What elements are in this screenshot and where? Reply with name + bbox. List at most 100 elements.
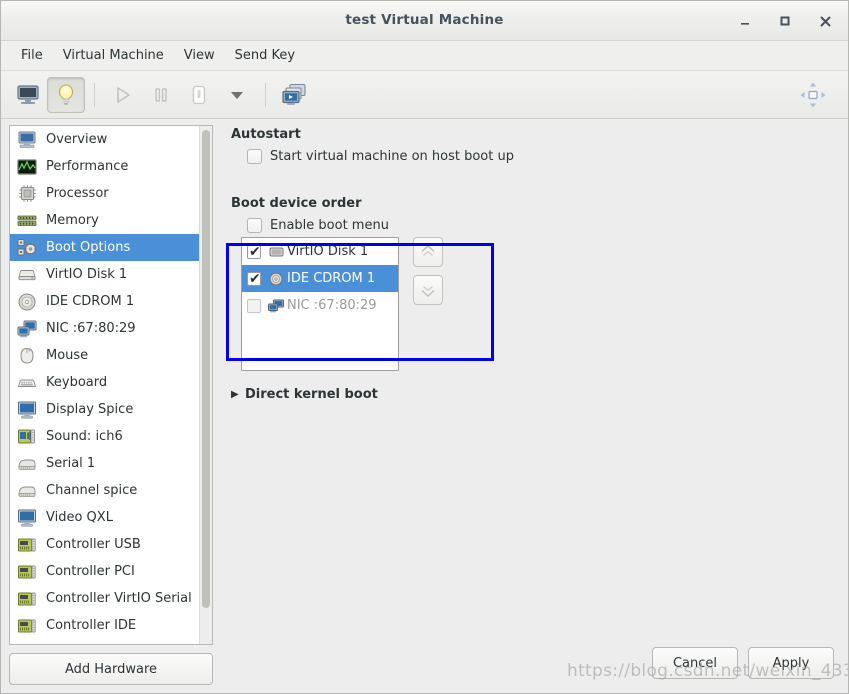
sidebar-item-controller-ide[interactable]: Controller IDE — [10, 612, 199, 639]
boot-device-checkbox[interactable] — [247, 298, 261, 313]
move-down-icon[interactable] — [413, 275, 443, 305]
sidebar-item-mouse[interactable]: Mouse — [10, 342, 199, 369]
show-console-icon[interactable] — [9, 77, 47, 113]
shutdown-dropdown-icon[interactable] — [218, 77, 256, 113]
enable-boot-menu-checkbox[interactable] — [247, 218, 262, 233]
sidebar-item-boot-options[interactable]: Boot Options — [10, 234, 199, 261]
apply-button[interactable]: Apply — [748, 647, 834, 679]
toolbar — [1, 71, 848, 119]
show-details-icon[interactable] — [47, 76, 85, 113]
sidebar-item-memory[interactable]: Memory — [10, 207, 199, 234]
sidebar-item-label: Processor — [46, 186, 109, 201]
boot-device-row[interactable]: ✔ IDE CDROM 1 — [242, 265, 398, 292]
fullscreen-icon[interactable] — [794, 77, 832, 113]
pause-icon[interactable] — [142, 77, 180, 113]
hardware-list-frame: Overview Performance Processor Memory Bo… — [9, 125, 213, 645]
autostart-checkbox-row[interactable]: Start virtual machine on host boot up — [231, 149, 836, 164]
direct-kernel-boot-expander[interactable]: ▶ Direct kernel boot — [231, 387, 836, 402]
sidebar-item-channel-spice[interactable]: Channel spice — [10, 477, 199, 504]
menu-file[interactable]: File — [11, 45, 53, 66]
boot-device-label: VirtIO Disk 1 — [287, 244, 369, 259]
boot-gear-icon — [16, 238, 38, 258]
minimize-icon[interactable] — [730, 6, 760, 36]
boot-device-checkbox[interactable]: ✔ — [247, 244, 261, 260]
boot-device-list: ✔ VirtIO Disk 1 ✔ IDE CDROM 1 NIC:67:80… — [241, 237, 399, 371]
sidebar-item-label: Overview — [46, 132, 108, 147]
content-area: Overview Performance Processor Memory Bo… — [1, 119, 848, 693]
boot-device-checkbox[interactable]: ✔ — [247, 271, 261, 287]
sidebar-item-label: IDE CDROM 1 — [46, 294, 135, 309]
menu-virtual-machine[interactable]: Virtual Machine — [53, 45, 174, 66]
boot-device-label: IDE CDROM 1 — [287, 271, 376, 286]
sound-icon — [16, 427, 38, 447]
cancel-button[interactable]: Cancel — [652, 647, 738, 679]
harddisk-icon — [16, 265, 38, 285]
sidebar-item-controller-pci[interactable]: Controller PCI — [10, 558, 199, 585]
sidebar-item-nic[interactable]: NIC :67:80:29 — [10, 315, 199, 342]
sidebar-item-label: Video QXL — [46, 510, 113, 525]
triangle-right-icon: ▶ — [231, 388, 239, 400]
autostart-checkbox-label: Start virtual machine on host boot up — [270, 149, 514, 164]
memory-icon — [16, 211, 38, 231]
title-bar: test Virtual Machine — [1, 1, 848, 41]
maximize-icon[interactable] — [770, 6, 800, 36]
sidebar: Overview Performance Processor Memory Bo… — [1, 119, 219, 693]
sidebar-item-controller-usb[interactable]: Controller USB — [10, 531, 199, 558]
shutdown-icon[interactable] — [180, 77, 218, 113]
sidebar-item-performance[interactable]: Performance — [10, 153, 199, 180]
network-icon — [267, 298, 285, 314]
sidebar-item-ide-cdrom-1[interactable]: IDE CDROM 1 — [10, 288, 199, 315]
sidebar-item-label: VirtIO Disk 1 — [46, 267, 128, 282]
add-hardware-button[interactable]: Add Hardware — [9, 653, 213, 685]
sidebar-item-label: Performance — [46, 159, 129, 174]
controller-icon — [16, 589, 38, 609]
close-icon[interactable] — [810, 6, 840, 36]
autostart-checkbox[interactable] — [247, 149, 262, 164]
controller-icon — [16, 535, 38, 555]
display-icon — [16, 508, 38, 528]
menu-bar: File Virtual Machine View Send Key — [1, 41, 848, 71]
sidebar-item-serial-1[interactable]: Serial 1 — [10, 450, 199, 477]
boot-options-panel: Autostart Start virtual machine on host … — [219, 119, 848, 693]
cpu-icon — [16, 184, 38, 204]
sidebar-item-controller-virtio-serial[interactable]: Controller VirtIO Serial — [10, 585, 199, 612]
menu-view[interactable]: View — [174, 45, 225, 66]
graph-icon — [16, 157, 38, 177]
network-icon — [16, 319, 38, 339]
sidebar-item-overview[interactable]: Overview — [10, 126, 199, 153]
sidebar-item-label: Sound: ich6 — [46, 429, 123, 444]
channel-icon — [16, 481, 38, 501]
sidebar-item-video-qxl[interactable]: Video QXL — [10, 504, 199, 531]
harddisk-icon — [267, 244, 285, 260]
sidebar-item-label: Display Spice — [46, 402, 134, 417]
apply-label: Apply — [772, 655, 810, 671]
computer-icon — [16, 130, 38, 150]
controller-icon — [16, 562, 38, 582]
sidebar-item-label: Mouse — [46, 348, 89, 363]
sidebar-item-label: Memory — [46, 213, 99, 228]
sidebar-scrollbar[interactable] — [199, 126, 212, 644]
window-title: test Virtual Machine — [345, 12, 504, 28]
sidebar-item-virtio-disk-1[interactable]: VirtIO Disk 1 — [10, 261, 199, 288]
mouse-icon — [16, 346, 38, 366]
enable-boot-menu-label: Enable boot menu — [270, 218, 389, 233]
direct-kernel-boot-label: Direct kernel boot — [245, 387, 378, 402]
sidebar-item-processor[interactable]: Processor — [10, 180, 199, 207]
sidebar-item-keyboard[interactable]: Keyboard — [10, 369, 199, 396]
move-up-icon[interactable] — [413, 237, 443, 267]
sidebar-scrollbar-thumb[interactable] — [202, 130, 210, 608]
sidebar-item-sound[interactable]: Sound: ich6 — [10, 423, 199, 450]
cdrom-icon — [16, 292, 38, 312]
run-icon[interactable] — [104, 77, 142, 113]
autostart-title: Autostart — [231, 127, 301, 142]
keyboard-icon — [16, 373, 38, 393]
display-icon — [16, 400, 38, 420]
snapshots-icon[interactable] — [275, 77, 313, 113]
boot-device-row[interactable]: ✔ VirtIO Disk 1 — [242, 238, 398, 265]
enable-boot-menu-row[interactable]: Enable boot menu — [231, 218, 836, 233]
sidebar-item-label: Controller PCI — [46, 564, 135, 579]
sidebar-item-display-spice[interactable]: Display Spice — [10, 396, 199, 423]
menu-send-key[interactable]: Send Key — [225, 45, 305, 66]
boot-device-row[interactable]: NIC :67:80:29 — [242, 292, 398, 319]
